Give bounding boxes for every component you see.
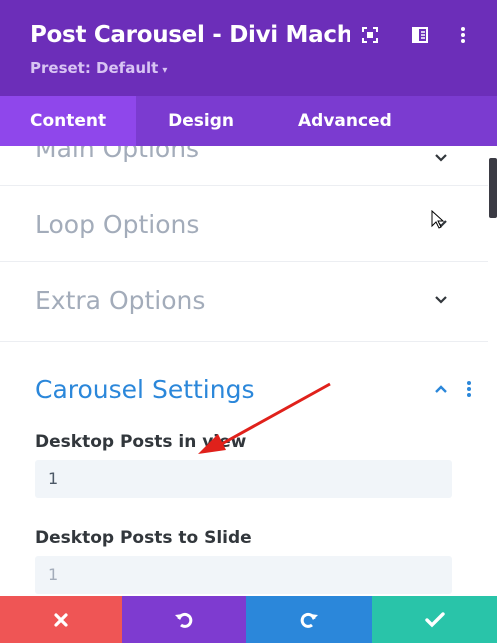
annotation-arrow [198, 382, 331, 454]
save-button[interactable] [372, 596, 497, 643]
undo-icon [175, 612, 193, 628]
section-title: Loop Options [35, 210, 200, 239]
desktop-posts-in-view-input[interactable]: 1 [35, 460, 452, 498]
tab-bar: Content Design Advanced [0, 96, 497, 146]
preset-selector[interactable]: Preset: Default ▾ [30, 59, 167, 77]
modal-footer [0, 596, 497, 643]
chevron-down-icon [435, 296, 447, 304]
modal-header: Post Carousel - Divi Machin... Preset: D… [0, 0, 497, 96]
section-loop-options[interactable]: Loop Options [0, 186, 488, 262]
scrollbar[interactable] [489, 158, 497, 218]
chevron-down-icon [435, 154, 447, 162]
chevron-up-icon[interactable] [434, 384, 448, 394]
caret-down-icon: ▾ [162, 65, 168, 76]
section-title: Main Options [35, 146, 200, 163]
checkmark-icon [424, 611, 445, 627]
preset-label: Preset: Default [30, 59, 159, 77]
section-extra-options[interactable]: Extra Options [0, 262, 488, 342]
more-vertical-icon[interactable] [466, 381, 472, 399]
more-vertical-icon[interactable] [454, 26, 474, 46]
redo-icon [300, 612, 318, 628]
tab-content[interactable]: Content [0, 96, 137, 146]
mouse-cursor-icon [431, 210, 445, 229]
desktop-posts-to-slide-label: Desktop Posts to Slide [35, 528, 252, 548]
section-title: Extra Options [35, 286, 206, 315]
settings-panel: Main Options Loop Options Extra Options … [0, 146, 488, 596]
undo-button[interactable] [122, 596, 246, 643]
redo-button[interactable] [246, 596, 372, 643]
discard-button[interactable] [0, 596, 122, 643]
close-icon [54, 612, 68, 627]
tab-advanced[interactable]: Advanced [266, 96, 424, 146]
tab-design[interactable]: Design [136, 96, 266, 146]
section-main-options[interactable]: Main Options [0, 146, 488, 186]
desktop-posts-to-slide-input[interactable]: 1 [35, 556, 452, 594]
focus-icon[interactable] [361, 26, 381, 46]
modal-title: Post Carousel - Divi Machin... [30, 22, 350, 48]
sidebar-icon[interactable] [411, 26, 431, 46]
